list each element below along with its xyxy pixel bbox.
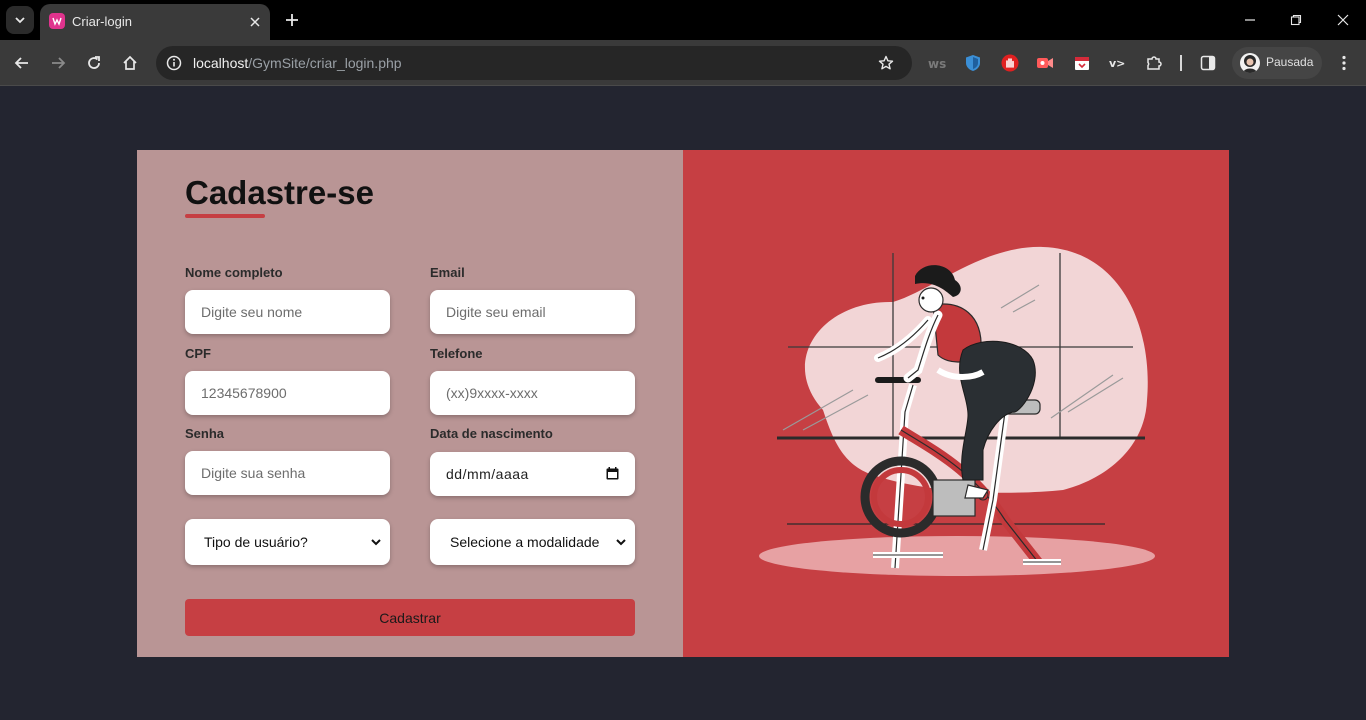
birthdate-placeholder: dd/mm/aaaa <box>446 466 529 482</box>
toolbar-divider <box>1180 55 1182 71</box>
vscode-icon[interactable]: v> <box>1108 53 1128 73</box>
cpf-placeholder: 12345678900 <box>201 385 287 401</box>
email-label: Email <box>430 265 465 280</box>
chevron-down-icon <box>15 17 25 24</box>
favicon-icon <box>49 13 65 29</box>
page-title: Cadastre-se <box>185 174 374 211</box>
name-label: Nome completo <box>185 265 283 280</box>
phone-placeholder: (xx)9xxxx-xxxx <box>446 385 538 401</box>
url-host: localhost <box>193 55 249 71</box>
shield-icon[interactable] <box>963 53 983 73</box>
ws-icon[interactable]: ws <box>927 53 947 73</box>
cpf-label: CPF <box>185 346 211 361</box>
signup-card: Cadastre-se Nome completo Digite seu nom… <box>137 150 1229 657</box>
phone-label: Telefone <box>430 346 483 361</box>
side-panel-icon[interactable] <box>1198 53 1218 73</box>
password-input[interactable]: Digite sua senha <box>185 451 390 495</box>
bookmark-star-icon[interactable] <box>876 53 896 73</box>
email-placeholder: Digite seu email <box>446 304 546 320</box>
tab-title: Criar-login <box>72 14 132 29</box>
svg-text:ws: ws <box>928 57 946 70</box>
cpf-input[interactable]: 12345678900 <box>185 371 390 415</box>
minimize-icon[interactable] <box>1238 8 1262 32</box>
birthdate-input[interactable]: dd/mm/aaaa <box>430 452 635 496</box>
tab-close-icon[interactable] <box>246 13 264 31</box>
url-path: /GymSite/criar_login.php <box>248 55 402 71</box>
signup-form-panel: Cadastre-se Nome completo Digite seu nom… <box>137 150 683 657</box>
restore-icon[interactable] <box>1284 8 1308 32</box>
url-text[interactable]: localhost/GymSite/criar_login.php <box>193 55 402 71</box>
browser-toolbar: localhost/GymSite/criar_login.php ws v> … <box>0 40 1366 86</box>
browser-tab-bar: Criar-login <box>0 0 1366 40</box>
close-window-icon[interactable] <box>1331 8 1355 32</box>
calendar-extension-icon[interactable] <box>1072 53 1092 73</box>
video-record-icon[interactable] <box>1035 53 1055 73</box>
svg-text:v>: v> <box>1109 57 1125 70</box>
profile-button[interactable]: Pausada <box>1232 47 1322 79</box>
chevron-down-icon <box>616 539 626 546</box>
modality-selected: Selecione a modalidade <box>450 534 600 550</box>
reload-icon[interactable] <box>82 51 106 75</box>
name-placeholder: Digite seu nome <box>201 304 303 320</box>
cyclist-illustration <box>759 246 1155 576</box>
phone-input[interactable]: (xx)9xxxx-xxxx <box>430 371 635 415</box>
puzzle-icon[interactable] <box>1144 53 1164 73</box>
title-underline <box>185 214 265 218</box>
more-menu-icon[interactable] <box>1334 53 1354 73</box>
password-placeholder: Digite sua senha <box>201 465 306 481</box>
address-bar[interactable]: localhost/GymSite/criar_login.php <box>156 46 912 80</box>
tab-search-button[interactable] <box>6 6 34 34</box>
site-info-icon[interactable] <box>164 53 184 73</box>
profile-label: Pausada <box>1266 55 1314 69</box>
illustration-panel <box>683 150 1229 657</box>
avatar <box>1240 53 1260 73</box>
new-tab-icon[interactable] <box>282 10 302 30</box>
modality-select[interactable]: Selecione a modalidade <box>430 519 635 565</box>
password-label: Senha <box>185 426 225 441</box>
back-icon[interactable] <box>10 51 34 75</box>
birthdate-label: Data de nascimento <box>430 426 553 441</box>
submit-button[interactable]: Cadastrar <box>185 599 635 636</box>
user-type-select[interactable]: Tipo de usuário? <box>185 519 390 565</box>
home-icon[interactable] <box>118 51 142 75</box>
submit-label: Cadastrar <box>379 609 441 626</box>
email-input[interactable]: Digite seu email <box>430 290 635 334</box>
browser-tab[interactable]: Criar-login <box>40 4 270 40</box>
calendar-icon[interactable] <box>606 467 619 480</box>
name-input[interactable]: Digite seu nome <box>185 290 390 334</box>
stop-hand-icon[interactable] <box>1000 53 1020 73</box>
forward-icon[interactable] <box>46 51 70 75</box>
chevron-down-icon <box>371 539 381 546</box>
user-type-selected: Tipo de usuário? <box>204 534 308 550</box>
